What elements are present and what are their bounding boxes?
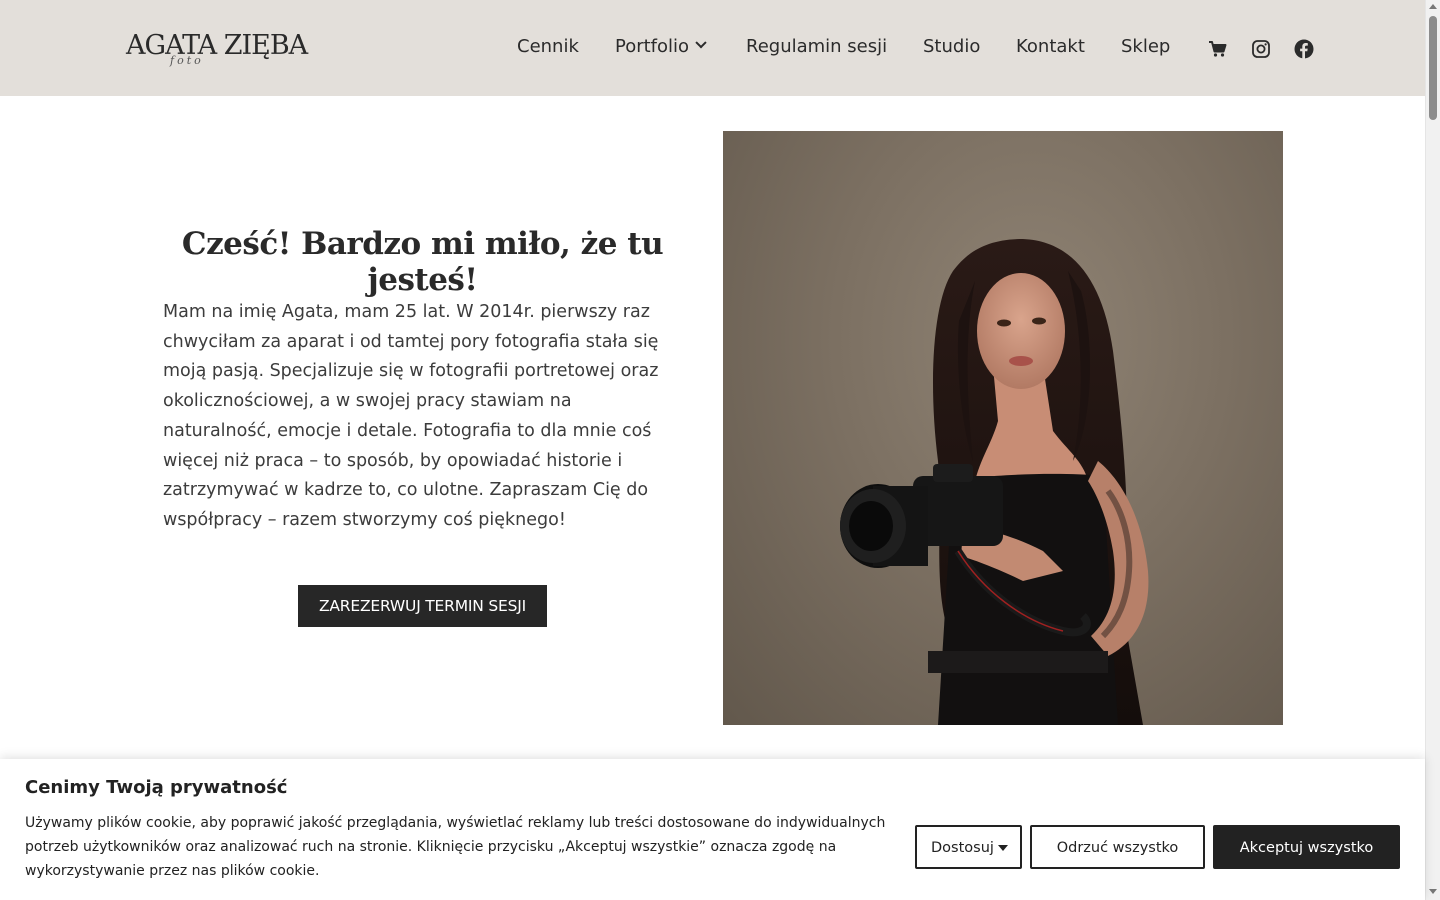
scroll-down-arrow-icon[interactable] (1429, 889, 1437, 894)
nav-item-sklep[interactable]: Sklep (1121, 36, 1170, 57)
facebook-icon[interactable] (1294, 39, 1314, 59)
cookie-description: Używamy plików cookie, aby poprawić jako… (25, 815, 886, 879)
logo-text: AGATA ZIĘBA (126, 30, 308, 61)
cookie-consent-banner: Cenimy Twoją prywatność Używamy plików c… (0, 759, 1425, 900)
cookie-title: Cenimy Twoją prywatność (25, 777, 288, 798)
caret-down-icon (998, 845, 1008, 851)
chevron-down-icon (695, 37, 707, 49)
intro-paragraph: Mam na imię Agata, mam 25 lat. W 2014r. … (163, 302, 659, 530)
site-logo[interactable]: AGATA ZIĘBA foto (126, 28, 308, 74)
customize-button[interactable]: Dostosuj (915, 825, 1022, 869)
scroll-up-arrow-icon[interactable] (1429, 4, 1437, 9)
nav-item-studio[interactable]: Studio (923, 36, 980, 57)
cart-icon[interactable] (1208, 39, 1228, 59)
scrollbar-thumb[interactable] (1429, 16, 1437, 120)
customize-label: Dostosuj (931, 840, 994, 856)
site-header: AGATA ZIĘBA foto Cennik Portfolio Regula… (0, 0, 1425, 96)
page-title: Cześć! Bardzo mi miło, że tu jesteś! (181, 226, 664, 298)
nav-item-label: Portfolio (615, 36, 690, 57)
nav-item-regulamin[interactable]: Regulamin sesji (746, 36, 887, 57)
book-session-button[interactable]: ZAREZERWUJ TERMIN SESJI (298, 585, 547, 627)
nav-item-cennik[interactable]: Cennik (517, 36, 579, 57)
nav-item-portfolio[interactable]: Portfolio (615, 36, 707, 57)
accept-all-button[interactable]: Akceptuj wszystko (1213, 825, 1400, 869)
vertical-scrollbar[interactable] (1425, 0, 1440, 900)
logo-script: foto (170, 54, 204, 67)
portrait-photo (723, 131, 1283, 725)
instagram-icon[interactable] (1251, 39, 1271, 59)
nav-item-kontakt[interactable]: Kontakt (1016, 36, 1085, 57)
reject-all-button[interactable]: Odrzuć wszystko (1030, 825, 1205, 869)
